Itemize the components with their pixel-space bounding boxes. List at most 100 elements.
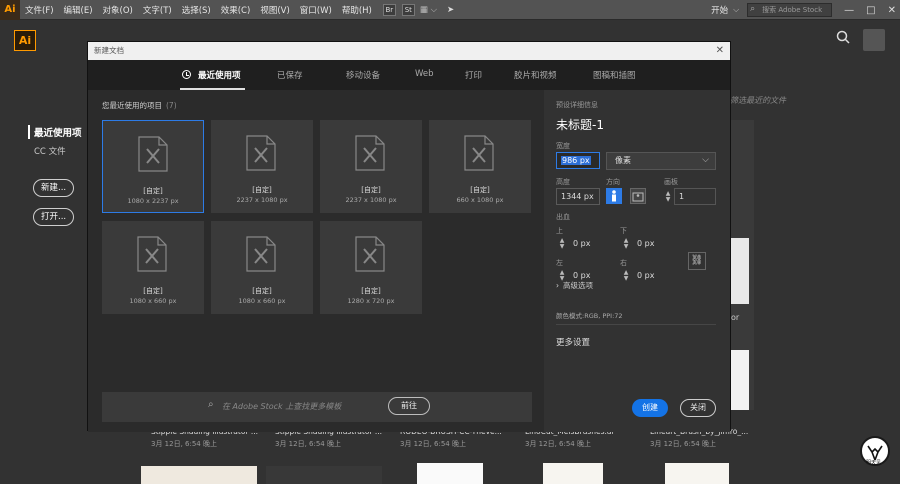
preset-name: [自定]: [470, 186, 490, 194]
tab-print[interactable]: 打印: [465, 69, 482, 81]
width-input[interactable]: 986 px: [556, 152, 600, 169]
tab-web[interactable]: Web: [415, 69, 434, 79]
height-input[interactable]: 1344 px: [556, 188, 600, 205]
bleed-top-label: 上: [556, 227, 563, 235]
tab-saved[interactable]: 已保存: [277, 69, 303, 81]
menu-help[interactable]: 帮助(H): [342, 4, 372, 16]
close-window-button[interactable]: ✕: [888, 5, 896, 16]
maximize-button[interactable]: □: [866, 5, 875, 16]
preset-card[interactable]: [自定] 1080 x 660 px: [102, 221, 204, 314]
bleed-top-stepper-icon[interactable]: ▲ ▼: [558, 238, 566, 250]
arrange-grid-icon[interactable]: ▦ ⌵: [420, 5, 437, 15]
bleed-bottom-label: 下: [620, 227, 627, 235]
stock-button[interactable]: St: [401, 3, 415, 16]
new-file-button[interactable]: 新建...: [33, 179, 75, 197]
file-thumbnail[interactable]: [731, 238, 749, 304]
bleed-right-stepper-icon[interactable]: ▲ ▼: [622, 270, 630, 282]
search-icon[interactable]: [836, 30, 850, 44]
file-thumbnail[interactable]: [141, 466, 257, 484]
stock-template-search: 在 Adobe Stock 上查找更多模板 前往: [102, 392, 532, 422]
clock-icon: [182, 70, 191, 79]
preset-size: 660 x 1080 px: [456, 196, 504, 204]
avatar[interactable]: [863, 29, 885, 51]
document-name-field[interactable]: 未标题-1: [556, 116, 604, 133]
file-thumbnail[interactable]: [665, 463, 729, 484]
preset-size: 1080 x 660 px: [129, 297, 177, 305]
menu-edit[interactable]: 编辑(E): [64, 4, 93, 16]
preset-name: [自定]: [143, 187, 163, 195]
tab-recent[interactable]: 最近使用项: [180, 69, 244, 90]
document-icon: [355, 236, 385, 272]
preset-card[interactable]: [自定] 1280 x 720 px: [320, 221, 422, 314]
preset-card[interactable]: [自定] 1080 x 660 px: [211, 221, 313, 314]
preset-card[interactable]: [自定] 2237 x 1080 px: [320, 120, 422, 213]
sidebar-item-cc-files[interactable]: CC 文件: [34, 145, 82, 157]
file-thumbnail[interactable]: [266, 466, 382, 484]
close-button[interactable]: 关闭: [680, 399, 716, 417]
recent-count: (7): [166, 101, 177, 110]
file-thumbnail[interactable]: [731, 350, 749, 410]
sidebar-item-recent[interactable]: 最近使用项: [28, 125, 82, 139]
new-document-dialog: 新建文档 ✕ 最近使用项 已保存 移动设备 Web 打印 胶片和视频 图稿和插图…: [87, 41, 731, 432]
bleed-left-label: 左: [556, 259, 563, 267]
menu-object[interactable]: 对象(O): [103, 4, 133, 16]
divider: [556, 324, 716, 325]
tab-mobile[interactable]: 移动设备: [346, 69, 380, 81]
stock-template-input[interactable]: 在 Adobe Stock 上查找更多模板: [208, 399, 341, 412]
tab-film-video[interactable]: 胶片和视频: [514, 69, 557, 81]
unit-select[interactable]: 像素: [606, 152, 716, 170]
preset-card[interactable]: [自定] 1080 x 2237 px: [102, 120, 204, 213]
height-label: 高度: [556, 178, 570, 186]
menu-window[interactable]: 窗口(W): [300, 4, 332, 16]
home-sidebar: 最近使用项 CC 文件: [28, 125, 82, 157]
artboards-input[interactable]: 1: [674, 188, 716, 205]
link-bleed-icon[interactable]: ⛓: [688, 252, 706, 270]
preset-card[interactable]: [自定] 660 x 1080 px: [429, 120, 531, 213]
preset-details-panel: 预设详细信息 未标题-1 宽度 986 px 像素 高度 1344 px 方向 …: [544, 90, 730, 432]
bridge-button[interactable]: Br: [382, 3, 396, 16]
create-button[interactable]: 创建: [632, 399, 668, 417]
file-thumbnail[interactable]: [543, 463, 603, 484]
recent-file-date: 3月 12日, 6:54 晚上: [650, 440, 716, 448]
preset-name: [自定]: [252, 287, 272, 295]
portrait-orientation-icon[interactable]: [606, 188, 622, 204]
tab-art-illustration[interactable]: 图稿和插图: [593, 69, 636, 81]
bleed-top-input[interactable]: 0 px: [569, 236, 613, 253]
menu-type[interactable]: 文字(T): [143, 4, 172, 16]
preset-card[interactable]: [自定] 2237 x 1080 px: [211, 120, 313, 213]
recent-file-date: 3月 12日, 6:54 晚上: [151, 440, 217, 448]
more-settings-link[interactable]: 更多设置: [556, 336, 590, 348]
stock-search-input[interactable]: 搜索 Adobe Stock: [747, 3, 833, 17]
minimize-button[interactable]: —: [844, 5, 854, 16]
go-button[interactable]: 前往: [388, 397, 430, 415]
dialog-close-icon[interactable]: ✕: [716, 42, 724, 60]
preset-size: 1280 x 720 px: [347, 297, 395, 305]
chevron-down-icon[interactable]: ⌵: [733, 5, 739, 15]
color-mode-info: 颜色模式:RGB, PPI:72: [556, 312, 623, 320]
document-icon: [355, 135, 385, 171]
menu-file[interactable]: 文件(F): [25, 4, 54, 16]
send-icon[interactable]: ➤: [447, 5, 454, 15]
app-logo: Ai: [14, 30, 36, 51]
workspace-switcher[interactable]: 开始: [711, 4, 728, 16]
menu-select[interactable]: 选择(S): [182, 4, 211, 16]
bleed-bottom-stepper-icon[interactable]: ▲ ▼: [622, 238, 630, 250]
filter-recent-input[interactable]: 筛选最近的文件: [730, 95, 786, 106]
landscape-orientation-icon[interactable]: [630, 188, 646, 204]
bleed-right-input[interactable]: 0 px: [633, 268, 677, 285]
bleed-bottom-input[interactable]: 0 px: [633, 236, 677, 253]
preset-size: 2237 x 1080 px: [236, 196, 288, 204]
preset-name: [自定]: [361, 186, 381, 194]
menu-effect[interactable]: 效果(C): [221, 4, 251, 16]
document-icon: [137, 236, 167, 272]
artboards-stepper-icon[interactable]: ▲ ▼: [664, 191, 672, 203]
document-icon: [246, 135, 276, 171]
menu-view[interactable]: 视图(V): [260, 4, 289, 16]
document-icon: [246, 236, 276, 272]
open-file-button[interactable]: 打开...: [33, 208, 75, 226]
artboards-label: 画板: [664, 178, 678, 186]
file-thumbnail[interactable]: [417, 463, 483, 484]
app-logo-small: Ai: [0, 0, 20, 20]
advanced-options-toggle[interactable]: 高级选项: [556, 280, 593, 291]
dialog-title: 新建文档: [94, 46, 124, 55]
